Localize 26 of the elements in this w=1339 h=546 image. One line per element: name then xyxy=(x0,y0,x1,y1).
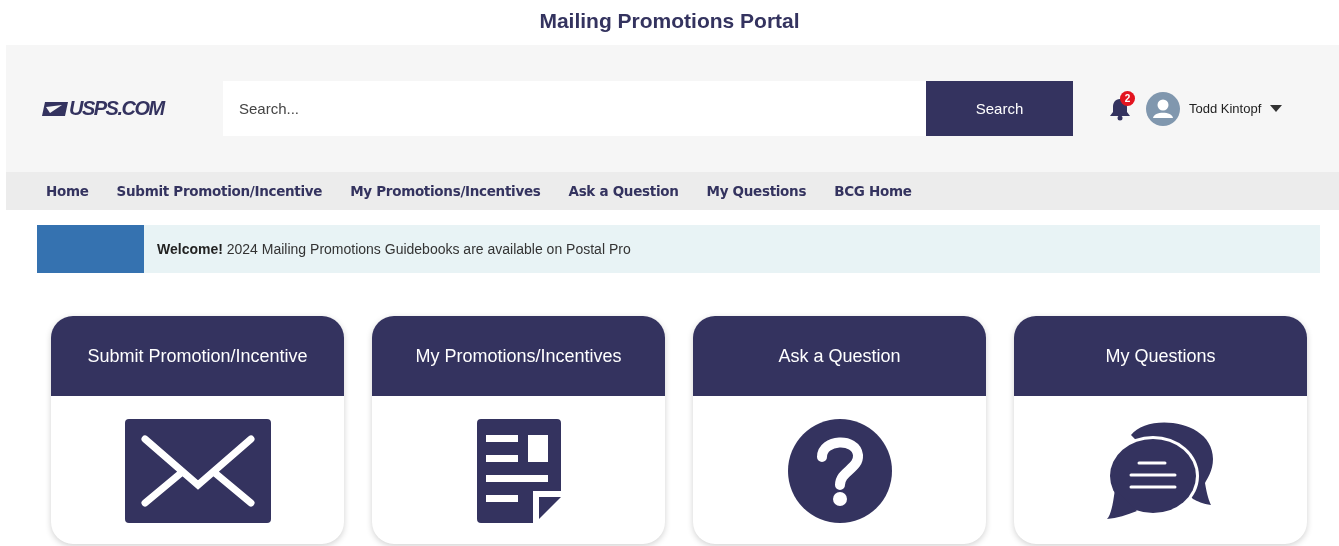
tile-card[interactable]: My Promotions/Incentives xyxy=(372,316,665,544)
tile-title[interactable]: Ask a Question xyxy=(693,316,986,396)
tile-card[interactable]: Submit Promotion/Incentive xyxy=(51,316,344,544)
search-button[interactable]: Search xyxy=(926,81,1073,136)
banner-message: Welcome! 2024 Mailing Promotions Guidebooks are available on Postal Pro xyxy=(157,241,631,257)
page-title: Mailing Promotions Portal xyxy=(538,8,801,34)
notification-count: 2 xyxy=(1120,90,1135,106)
tile-title[interactable]: Submit Promotion/Incentive xyxy=(51,316,344,396)
tile-title[interactable]: My Questions xyxy=(1014,316,1307,396)
document-icon xyxy=(476,419,561,523)
caret-icon[interactable] xyxy=(1270,105,1283,112)
tile-title[interactable]: My Promotions/Incentives xyxy=(372,316,665,396)
nav-link[interactable]: My Questions xyxy=(706,183,807,199)
nav-link[interactable]: Home xyxy=(46,183,89,199)
help-icon xyxy=(787,419,892,523)
envelope-icon xyxy=(124,419,271,523)
logo-text[interactable]: USPS.COM xyxy=(69,97,164,120)
tile-card[interactable]: Ask a Question xyxy=(693,316,986,544)
nav-link[interactable]: Ask a Question xyxy=(568,183,679,199)
nav-link[interactable]: My Promotions/Incentives xyxy=(350,183,541,199)
nav-link[interactable]: Submit Promotion/Incentive xyxy=(116,183,323,199)
avatar-icon[interactable] xyxy=(1146,91,1180,126)
nav-link[interactable]: BCG Home xyxy=(834,183,912,199)
tile-card[interactable]: My Questions xyxy=(1014,316,1307,544)
user-name[interactable]: Todd Kintopf xyxy=(1189,101,1262,116)
search-field[interactable]: Search... xyxy=(223,81,926,136)
